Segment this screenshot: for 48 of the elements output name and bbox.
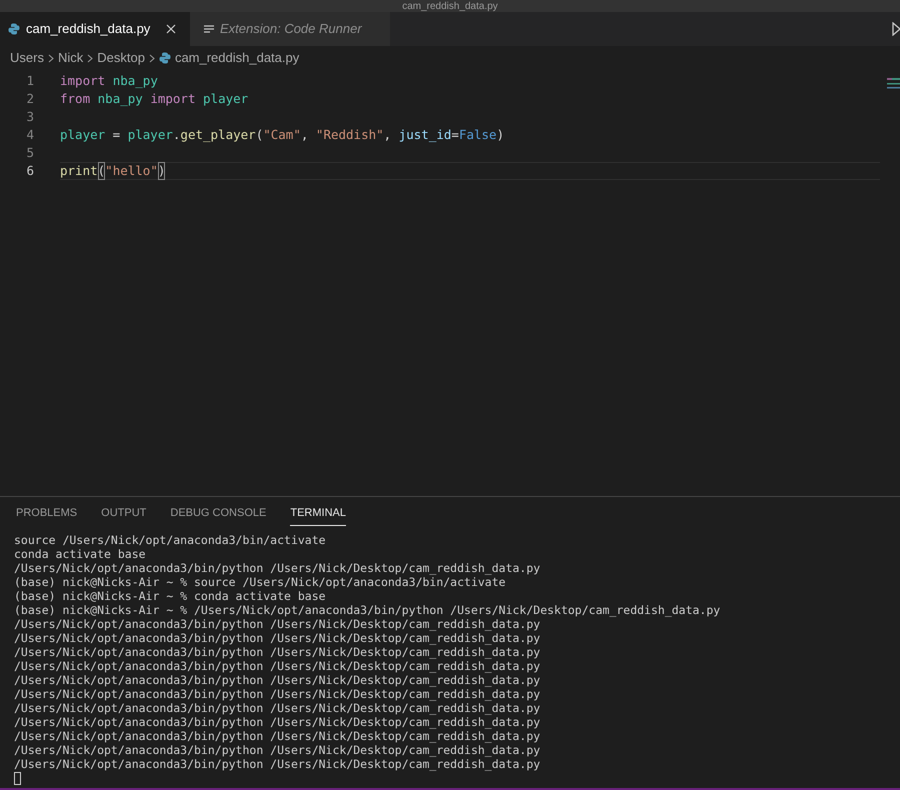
breadcrumb-item[interactable]: cam_reddish_data.py — [174, 48, 300, 68]
code-line: print("hello") — [60, 162, 880, 180]
terminal-line: /Users/Nick/opt/anaconda3/bin/python /Users/Nick/Desktop/cam_reddish_data.py — [14, 715, 540, 729]
python-file-icon — [158, 52, 171, 64]
chevron-icon — [48, 54, 54, 62]
terminal-line: (base) nick@Nicks-Air ~ % conda activate base — [14, 589, 326, 603]
terminal-line: conda activate base — [14, 547, 146, 561]
line-number: 2 — [25, 90, 34, 108]
terminal-line: /Users/Nick/opt/anaconda3/bin/python /Users/Nick/Desktop/cam_reddish_data.py — [14, 757, 540, 771]
code-line: from nba_py import player — [60, 90, 248, 108]
editor-tab[interactable]: cam_reddish_data.py — [0, 12, 190, 46]
code-line: import nba_py — [60, 72, 158, 90]
terminal-line: /Users/Nick/opt/anaconda3/bin/python /Users/Nick/Desktop/cam_reddish_data.py — [14, 631, 540, 645]
terminal-line: /Users/Nick/opt/anaconda3/bin/python /Users/Nick/Desktop/cam_reddish_data.py — [14, 673, 540, 687]
run-icon[interactable] — [892, 22, 900, 36]
terminal-line: /Users/Nick/opt/anaconda3/bin/python /Users/Nick/Desktop/cam_reddish_data.py — [14, 701, 540, 715]
panel-tab[interactable]: OUTPUT — [101, 504, 146, 526]
terminal-line: /Users/Nick/opt/anaconda3/bin/python /Users/Nick/Desktop/cam_reddish_data.py — [14, 617, 540, 631]
terminal-line: (base) nick@Nicks-Air ~ % /Users/Nick/opt/anaconda3/bin/python /Users/Nick/Desktop/cam_reddish_data.py — [14, 603, 720, 617]
terminal-line: /Users/Nick/opt/anaconda3/bin/python /Users/Nick/Desktop/cam_reddish_data.py — [14, 729, 540, 743]
line-number: 6 — [25, 162, 34, 180]
panel-tab[interactable]: DEBUG CONSOLE — [170, 504, 266, 526]
line-number: 3 — [25, 108, 34, 126]
panel-tab[interactable]: PROBLEMS — [16, 504, 78, 526]
python-file-icon — [8, 23, 20, 35]
line-number: 1 — [25, 72, 34, 90]
terminal-line: /Users/Nick/opt/anaconda3/bin/python /Users/Nick/Desktop/cam_reddish_data.py — [14, 561, 540, 575]
terminal-line: source /Users/Nick/opt/anaconda3/bin/activate — [14, 533, 326, 547]
list-icon — [204, 24, 214, 34]
terminal-line: (base) nick@Nicks-Air ~ % source /Users/Nick/opt/anaconda3/bin/activate — [14, 575, 506, 589]
editor-tab[interactable]: Extension: Code Runner — [190, 12, 390, 46]
terminal-line: /Users/Nick/opt/anaconda3/bin/python /Users/Nick/Desktop/cam_reddish_data.py — [14, 743, 540, 757]
terminal-line: /Users/Nick/opt/anaconda3/bin/python /Users/Nick/Desktop/cam_reddish_data.py — [14, 687, 540, 701]
chevron-icon — [148, 54, 155, 62]
terminal-cursor — [14, 772, 21, 785]
window-title: cam_reddish_data.py — [402, 1, 498, 12]
terminal-line: /Users/Nick/opt/anaconda3/bin/python /Users/Nick/Desktop/cam_reddish_data.py — [14, 645, 540, 659]
code-line: player = player.get_player("Cam", "Reddish", just_id=False) — [60, 126, 504, 144]
close-icon[interactable] — [166, 24, 176, 34]
line-number: 5 — [25, 144, 34, 162]
breadcrumb-item[interactable]: Desktop — [97, 48, 145, 68]
panel-tab[interactable]: TERMINAL — [290, 504, 346, 526]
breadcrumb-item[interactable]: Users — [10, 48, 44, 68]
terminal-line: /Users/Nick/opt/anaconda3/bin/python /Users/Nick/Desktop/cam_reddish_data.py — [14, 659, 540, 673]
breadcrumb-item[interactable]: Nick — [58, 48, 84, 68]
chevron-icon — [87, 54, 94, 62]
minimap-drawing — [887, 78, 900, 90]
line-number: 4 — [25, 126, 34, 144]
